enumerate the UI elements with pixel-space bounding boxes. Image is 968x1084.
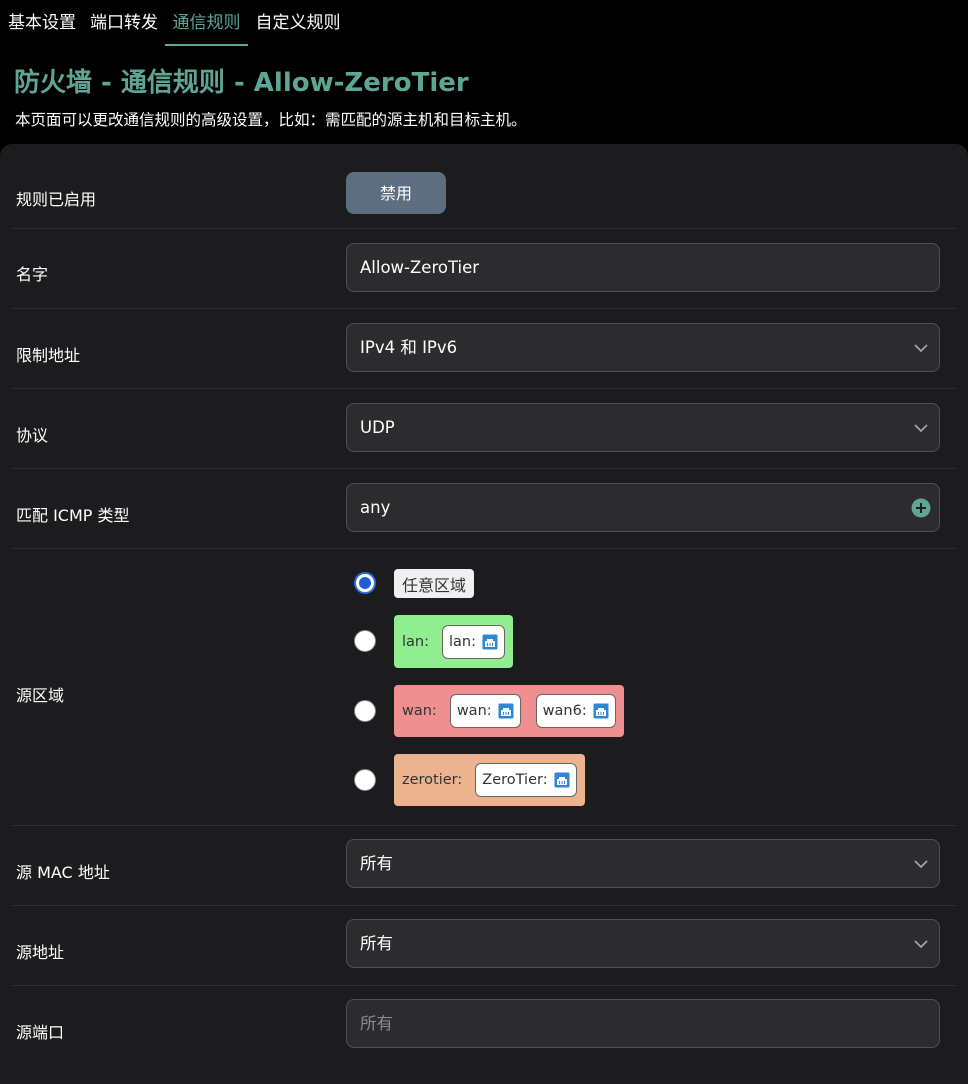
plus-circle-icon[interactable] — [911, 498, 931, 518]
zone-any[interactable]: 任意区域 — [394, 569, 475, 598]
name-input-value: Allow-ZeroTier — [360, 258, 480, 277]
network-chip-wan6: wan6: — [535, 694, 616, 728]
row-enabled — [12, 158, 956, 229]
chevron-down-icon — [914, 344, 928, 353]
icmp-type-input[interactable]: any — [346, 483, 940, 532]
chevron-down-icon — [914, 424, 928, 433]
disable-button[interactable]: 禁用 — [346, 172, 446, 214]
zone-wan[interactable]: wan: wan: wan6: — [394, 685, 624, 737]
page-title: 防火墙 - 通信规则 - Allow-ZeroTier — [14, 68, 469, 98]
radio-any-zone[interactable] — [354, 572, 376, 594]
ethernet-port-icon — [498, 703, 514, 719]
ethernet-port-icon — [482, 634, 498, 649]
network-lan-label: lan: — [449, 633, 476, 650]
ethernet-port-icon — [593, 703, 609, 719]
source-ip-select[interactable]: 所有 — [346, 919, 940, 968]
source-zone-label: 源区域 — [16, 686, 65, 705]
tab-custom-rules[interactable]: 自定义规则 — [254, 0, 342, 46]
enabled-label: 规则已启用 — [16, 190, 97, 209]
zone-zerotier-name: zerotier: — [402, 772, 463, 788]
zone-any-label: 任意区域 — [402, 575, 467, 595]
protocol-select[interactable]: UDP — [346, 403, 940, 452]
network-chip-wan: wan: — [449, 694, 521, 728]
source-port-input[interactable]: 所有 — [346, 999, 940, 1048]
zone-lan[interactable]: lan: lan: — [394, 615, 513, 668]
network-wan6-label: wan6: — [542, 703, 587, 719]
page-description: 本页面可以更改通信规则的高级设置，比如：需匹配的源主机和目标主机。 — [15, 111, 527, 129]
source-mac-label: 源 MAC 地址 — [16, 863, 110, 882]
source-ip-label: 源地址 — [16, 943, 65, 962]
network-wan-label: wan: — [456, 703, 492, 719]
radio-zerotier-zone[interactable] — [354, 769, 376, 791]
family-select[interactable]: IPv4 和 IPv6 — [346, 323, 940, 372]
zone-zerotier[interactable]: zerotier: ZeroTier: — [394, 754, 585, 806]
network-chip-zerotier: ZeroTier: — [475, 763, 577, 797]
tab-port-forwards[interactable]: 端口转发 — [88, 0, 160, 46]
radio-wan-zone[interactable] — [354, 700, 376, 722]
protocol-select-value: UDP — [360, 418, 395, 437]
name-label: 名字 — [16, 265, 49, 284]
ethernet-port-icon — [554, 772, 570, 788]
name-input[interactable]: Allow-ZeroTier — [346, 243, 940, 292]
chevron-down-icon — [914, 860, 928, 869]
network-zerotier-label: ZeroTier: — [482, 772, 548, 788]
zone-lan-name: lan: — [402, 633, 429, 650]
source-mac-select[interactable]: 所有 — [346, 839, 940, 888]
icmp-type-label: 匹配 ICMP 类型 — [16, 506, 130, 525]
family-label: 限制地址 — [16, 346, 81, 365]
source-mac-value: 所有 — [360, 854, 393, 873]
radio-lan-zone[interactable] — [354, 630, 376, 652]
family-select-value: IPv4 和 IPv6 — [360, 338, 458, 357]
source-port-label: 源端口 — [16, 1023, 65, 1042]
network-chip-lan: lan: — [442, 624, 505, 659]
zone-wan-name: wan: — [402, 703, 437, 719]
chevron-down-icon — [914, 940, 928, 949]
tab-traffic-rules[interactable]: 通信规则 — [165, 0, 248, 46]
tab-basic-settings[interactable]: 基本设置 — [6, 0, 78, 46]
protocol-label: 协议 — [16, 426, 49, 445]
icmp-type-value: any — [360, 498, 391, 517]
source-ip-value: 所有 — [360, 934, 393, 953]
source-port-placeholder: 所有 — [360, 1014, 393, 1033]
tab-bar: 基本设置 端口转发 通信规则 自定义规则 — [0, 0, 968, 46]
